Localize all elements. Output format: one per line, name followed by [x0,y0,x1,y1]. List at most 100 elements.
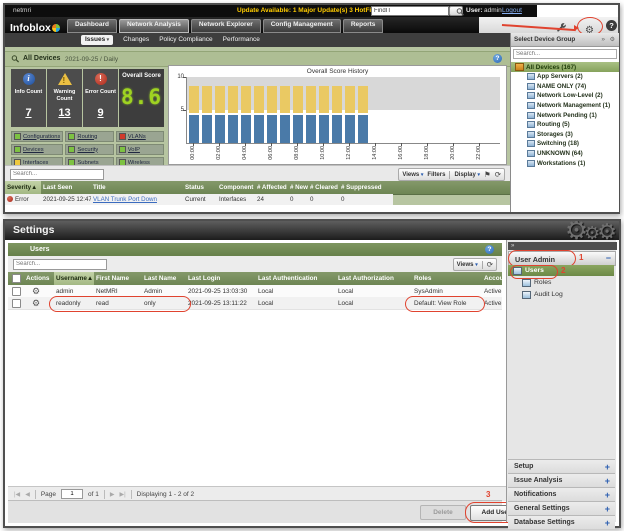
issues-header-component[interactable]: Component [217,181,255,194]
accordion-general-settings[interactable]: General Settings + [508,501,615,515]
users-help-icon[interactable]: ? [485,245,494,254]
category-configurations[interactable]: Configurations [11,131,64,142]
sidebar-item-roles[interactable]: Roles [516,277,614,288]
row-actions-gear-icon[interactable]: ⚙ [32,298,40,308]
user-admin-section-header[interactable]: User Admin − [508,251,616,266]
issues-search-input[interactable] [10,168,104,180]
sub-tab-changes[interactable]: Changes [123,35,149,45]
wrench-tool-button[interactable] [555,20,568,32]
findit-search-input[interactable] [371,6,449,16]
tree-item-network-pending-1-[interactable]: Network Pending (1) [511,110,619,120]
nav-tab-config-management[interactable]: Config Management [262,19,341,33]
page-number-input[interactable] [61,489,83,499]
issues-header-cleared[interactable]: # Cleared [308,181,339,194]
expand-plus-icon[interactable]: + [605,462,610,472]
select-device-group-panel: Select Device Group » ⚙ All Devices (167… [510,33,619,212]
help-button[interactable]: ? [606,20,619,32]
expand-plus-icon[interactable]: + [605,504,610,514]
tree-item-network-management-1-[interactable]: Network Management (1) [511,101,619,111]
accordion-notifications[interactable]: Notifications + [508,487,615,501]
tree-item-storages-3-[interactable]: Storages (3) [511,130,619,140]
users-header-actions[interactable]: Actions [24,272,54,285]
findit-search-button[interactable] [449,6,465,16]
dashboard-help-icon[interactable]: ? [493,54,502,63]
panel-gear-icon[interactable]: ⚙ [610,36,615,43]
users-header-last-name[interactable]: Last Name [142,272,186,285]
issues-header-severity[interactable]: Severity ▲ [5,181,41,194]
counter-value[interactable]: 9 [83,107,118,119]
first-page-icon[interactable]: |◀ [14,491,20,498]
bar-segment-lower [305,114,316,143]
users-header-username[interactable]: Username ▲ [54,272,94,285]
display-button[interactable]: Display ▾ [454,172,480,178]
counter-value[interactable]: 7 [11,107,46,119]
category-devices[interactable]: Devices [11,144,64,155]
issues-header-lastseen[interactable]: Last Seen [41,181,91,194]
issues-header-suppressed[interactable]: # Suppressed [339,181,391,194]
tree-item-switching-18-[interactable]: Switching (18) [511,139,619,149]
collapse-section-icon[interactable]: − [606,253,611,263]
sub-tab-issues[interactable]: Issues ▾ [81,35,114,45]
tree-item-routing-5-[interactable]: Routing (5) [511,120,619,130]
expand-plus-icon[interactable]: + [605,490,610,500]
select-all-checkbox[interactable] [12,274,21,283]
users-header-last-authentication[interactable]: Last Authentication [256,272,336,285]
category-voip[interactable]: VoIP [115,144,164,155]
filters-button[interactable]: Filters [427,172,445,178]
issues-header-affected[interactable]: # Affected [255,181,288,194]
users-views-button[interactable]: Views ▾ [457,262,478,268]
device-group-search-input[interactable] [513,49,617,59]
accordion-issue-analysis[interactable]: Issue Analysis + [508,473,615,487]
last-page-icon[interactable]: ▶| [119,491,125,498]
issues-header-status[interactable]: Status [183,181,217,194]
next-page-icon[interactable]: ▶ [110,491,115,498]
logout-link[interactable]: Logout [502,7,522,14]
sub-tab-policy-compliance[interactable]: Policy Compliance [159,35,212,45]
tree-item-network-low-level-2-[interactable]: Network Low-Level (2) [511,91,619,101]
users-search-input[interactable] [13,258,107,270]
users-table-row-readonly[interactable]: ⚙ readonly read only 2021-09-25 13:11:22 Loca… [8,297,502,310]
tree-item-app-servers-2-[interactable]: App Servers (2) [511,72,619,82]
category-vlans[interactable]: VLANs [115,131,164,142]
nav-tab-network-explorer[interactable]: Network Explorer [190,19,261,33]
accordion-database-settings[interactable]: Database Settings + [508,515,615,529]
users-header-first-name[interactable]: First Name [94,272,142,285]
sub-tab-performance[interactable]: Performance [223,35,260,45]
issues-header-new[interactable]: # New [288,181,308,194]
accordion-setup[interactable]: Setup + [508,459,615,473]
sidebar-item-audit-log[interactable]: Audit Log [516,289,614,300]
nav-tab-reports[interactable]: Reports [342,19,384,33]
refresh-icon[interactable]: ⟳ [495,170,501,179]
scope-group-name[interactable]: All Devices [23,55,60,62]
category-security[interactable]: Security [65,144,114,155]
row-actions-gear-icon[interactable]: ⚙ [32,286,40,296]
views-button[interactable]: Views ▾ [402,172,423,178]
issue-title-link[interactable]: VLAN Trunk Port Down [93,196,157,203]
prev-page-icon[interactable]: ◀ [25,491,30,498]
sidebar-item-users[interactable]: Users [508,265,614,276]
nav-tab-dashboard[interactable]: Dashboard [67,19,117,33]
tree-item-unknown-64-[interactable]: UNKNOWN (64) [511,149,619,159]
row-checkbox[interactable] [12,286,21,296]
users-header-roles[interactable]: Roles [412,272,482,285]
expand-plus-icon[interactable]: + [605,518,610,528]
row-checkbox[interactable] [12,298,21,308]
category-routing[interactable]: Routing [65,131,114,142]
nav-tab-network-analysis[interactable]: Network Analysis [118,19,189,33]
users-header-account[interactable]: Account [482,272,502,285]
tree-item-workstations-1-[interactable]: Workstations (1) [511,158,619,168]
issues-header-title[interactable]: Title [91,181,183,194]
main-tabs: Dashboard Network Analysis Network Explore… [67,19,384,33]
sidebar-collapse-bar[interactable]: » [508,242,617,250]
panel-collapse-icon[interactable]: » [601,36,605,43]
settings-gear-button[interactable]: ⚙ [583,20,596,36]
users-header-last-login[interactable]: Last Login [186,272,256,285]
delete-button[interactable]: Delete [420,505,466,520]
counter-value[interactable]: 13 [47,107,82,119]
refresh-icon[interactable]: ⟳ [487,260,493,269]
users-header-last-authorization[interactable]: Last Authorization [336,272,412,285]
tree-item-name-only-74-[interactable]: NAME ONLY (74) [511,82,619,92]
tree-root-all-devices[interactable]: All Devices (167) [511,62,619,72]
expand-plus-icon[interactable]: + [605,476,610,486]
flag-icon[interactable]: ⚑ [484,170,491,179]
